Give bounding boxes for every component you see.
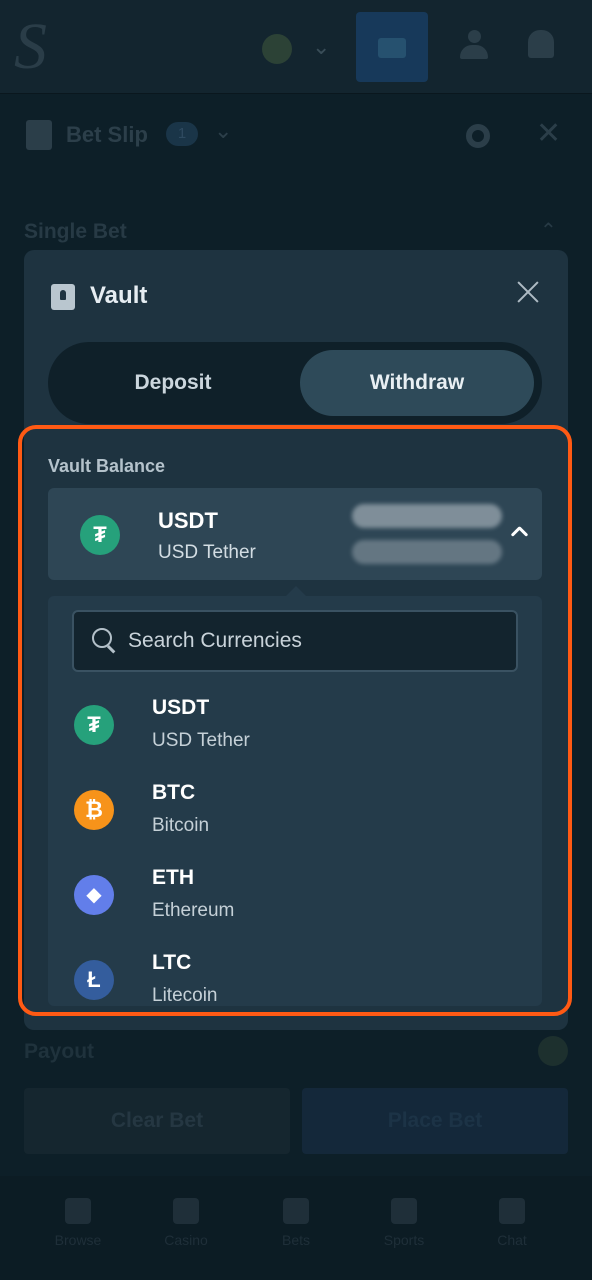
bell-icon[interactable] — [528, 30, 554, 58]
coin-icon[interactable] — [262, 34, 292, 64]
gear-icon[interactable] — [466, 124, 490, 148]
betslip-icon — [26, 120, 52, 150]
dropdown-pointer — [286, 586, 306, 596]
vault-balance-label: Vault Balance — [48, 456, 166, 476]
ltc-coin-icon: Ł — [74, 960, 114, 1000]
search-input[interactable] — [128, 620, 508, 662]
currency-select[interactable]: ₮ USDT USD Tether — [48, 488, 542, 580]
chat-icon — [499, 1198, 525, 1224]
nav-chat[interactable]: Chat — [462, 1198, 562, 1248]
currency-code: ETH — [152, 866, 194, 889]
wallet-icon — [378, 38, 406, 58]
usdt-coin-icon: ₮ — [74, 705, 114, 745]
clear-bet-button[interactable]: Clear Bet — [24, 1088, 290, 1154]
vault-lock-icon — [51, 284, 75, 310]
betslip-count-badge: 1 — [166, 122, 198, 146]
tab-deposit[interactable]: Deposit — [56, 350, 290, 416]
top-bar: S ⌄ — [0, 0, 592, 94]
selected-currency-name: USD Tether — [158, 542, 256, 563]
user-icon[interactable] — [460, 30, 488, 60]
sports-icon — [391, 1198, 417, 1224]
chevron-down-icon[interactable]: ⌄ — [312, 34, 330, 60]
bottom-nav: Browse Casino Bets Sports Chat — [0, 1176, 592, 1280]
eth-coin-icon: ◆ — [74, 875, 114, 915]
currency-dropdown: ₮ USDT USD Tether ₿ BTC Bitcoin ◆ ETH Et… — [48, 596, 542, 1006]
nav-sports[interactable]: Sports — [354, 1198, 454, 1248]
usdt-coin-icon: ₮ — [80, 515, 120, 555]
redacted-balance-fiat — [352, 540, 502, 564]
currency-item-btc[interactable]: ₿ BTC Bitcoin — [48, 777, 542, 862]
nav-browse[interactable]: Browse — [28, 1198, 128, 1248]
selected-currency-code: USDT — [158, 508, 218, 533]
currency-item-usdt[interactable]: ₮ USDT USD Tether — [48, 692, 542, 777]
currency-code: LTC — [152, 951, 192, 974]
nav-casino[interactable]: Casino — [136, 1198, 236, 1248]
currency-name: USD Tether — [152, 730, 250, 751]
coin-icon — [538, 1036, 568, 1066]
chevron-up-icon[interactable]: ⌃ — [540, 218, 557, 243]
currency-name: Bitcoin — [152, 815, 210, 836]
btc-coin-icon: ₿ — [74, 790, 114, 830]
casino-icon — [173, 1198, 199, 1224]
close-icon[interactable] — [512, 276, 544, 308]
currency-item-eth[interactable]: ◆ ETH Ethereum — [48, 862, 542, 947]
payout-label: Payout — [24, 1040, 95, 1063]
currency-name: Litecoin — [152, 985, 218, 1006]
currency-code: USDT — [152, 696, 210, 719]
bets-icon — [283, 1198, 309, 1224]
betslip-header: Bet Slip 1 ⌄ ✕ — [0, 100, 592, 170]
redacted-balance — [352, 504, 502, 528]
tab-withdraw[interactable]: Withdraw — [300, 350, 534, 416]
wallet-button[interactable] — [356, 12, 428, 82]
currency-list: ₮ USDT USD Tether ₿ BTC Bitcoin ◆ ETH Et… — [48, 692, 542, 1006]
betslip-title: Bet Slip — [66, 122, 148, 147]
search-box[interactable] — [72, 610, 518, 672]
close-icon[interactable]: ✕ — [536, 116, 561, 151]
place-bet-button[interactable]: Place Bet — [302, 1088, 568, 1154]
brand-logo[interactable]: S — [14, 12, 47, 82]
vault-tabs: Deposit Withdraw — [48, 342, 542, 424]
chevron-up-icon[interactable] — [510, 522, 530, 542]
browse-icon — [65, 1198, 91, 1224]
currency-code: BTC — [152, 781, 196, 804]
currency-item-ltc[interactable]: Ł LTC Litecoin — [48, 947, 542, 1006]
modal-title: Vault — [90, 282, 148, 309]
chevron-down-icon[interactable]: ⌄ — [214, 118, 232, 144]
nav-bets[interactable]: Bets — [246, 1198, 346, 1248]
vault-modal: Vault Deposit Withdraw Vault Balance ₮ U… — [24, 250, 568, 1030]
single-bet-label: Single Bet — [24, 220, 127, 243]
currency-name: Ethereum — [152, 900, 235, 921]
search-icon — [92, 628, 118, 654]
